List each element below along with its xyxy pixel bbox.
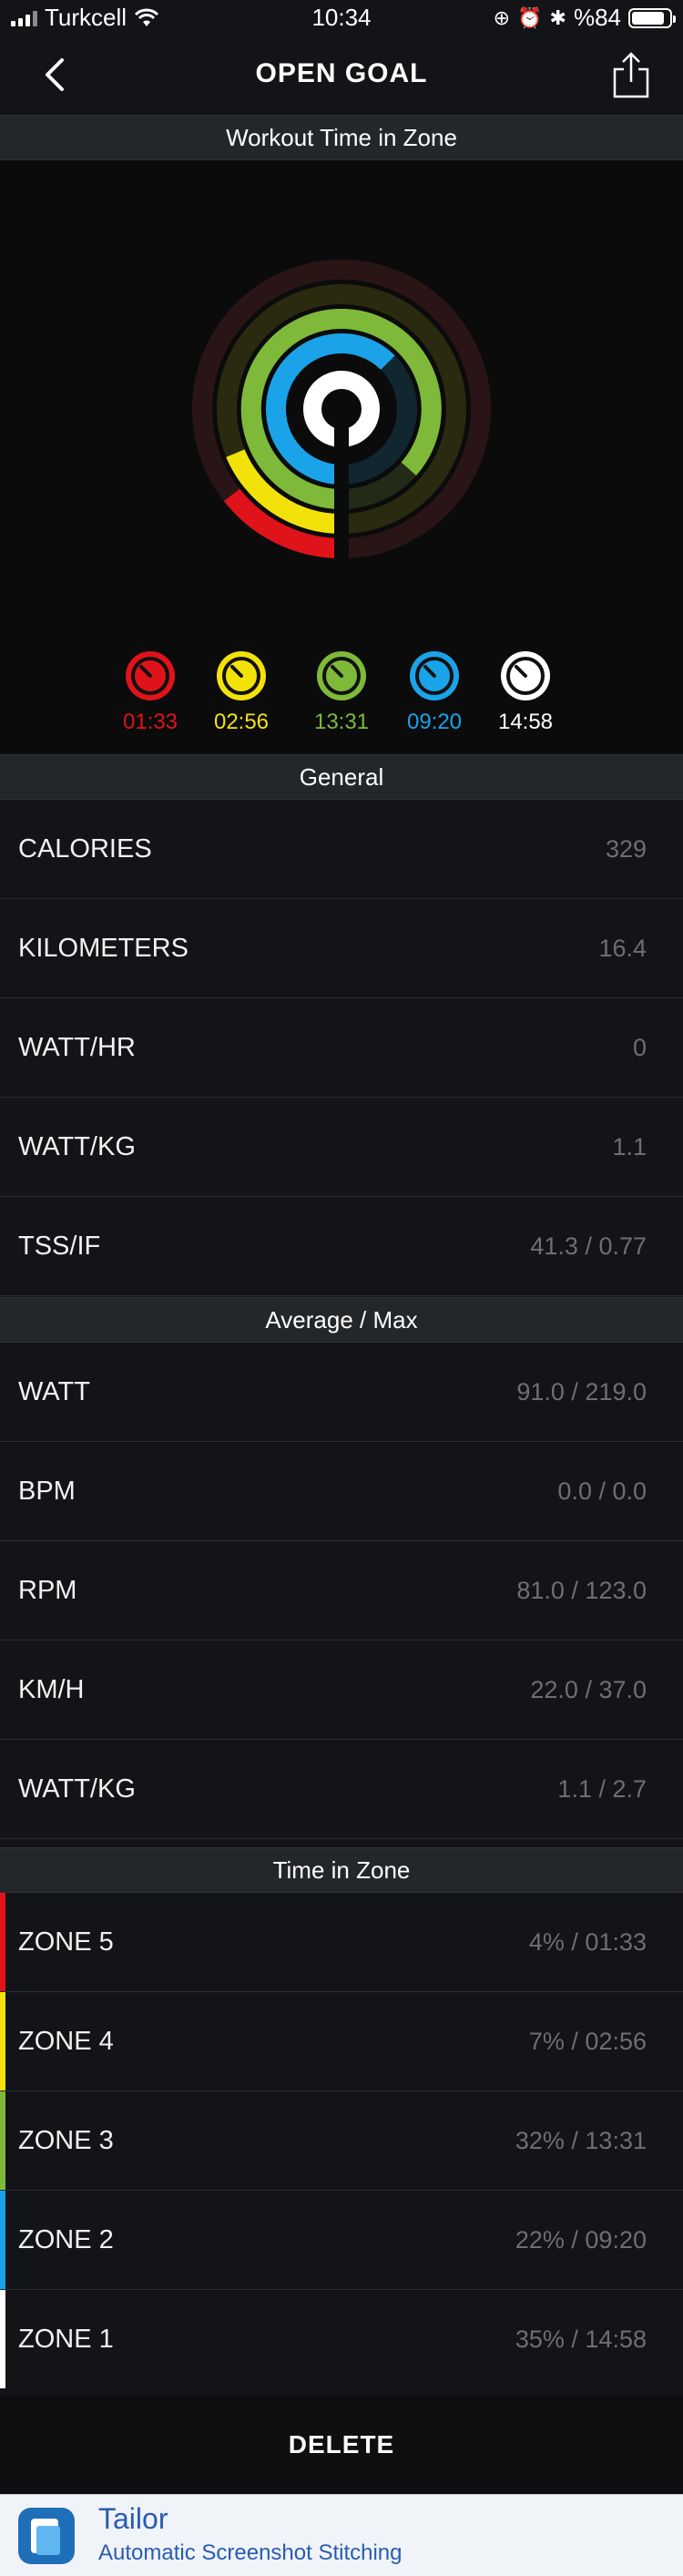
share-icon[interactable] [610,51,652,100]
delete-button[interactable]: DELETE [0,2396,683,2494]
stat-row-kilometers: KILOMETERS 16.4 [0,899,683,998]
legend-zone4: 02:56 [200,649,282,735]
legend-zone5: 01:33 [109,649,191,735]
avgmax-row-rpm: RPM 81.0 / 123.0 [0,1541,683,1641]
navigation-bar: OPEN GOAL [0,36,683,115]
alarm-icon: ⏰ [517,5,543,29]
tailor-app-icon [18,2508,75,2564]
legend-zone1: 14:58 [484,649,566,735]
zone-chart-area: 01:33 02:56 13:31 09:20 14:58 [0,160,683,754]
zone-color-stripe [0,1893,5,1991]
tailor-banner[interactable]: Tailor Automatic Screenshot Stitching [0,2494,683,2576]
banner-app-name: Tailor [98,2502,168,2535]
legend-zone3: 13:31 [301,649,382,735]
section-header-average-max: Average / Max [0,1297,683,1343]
zone-color-stripe [0,1992,5,2090]
stat-row-watt-hr: WATT/HR 0 [0,998,683,1098]
battery-icon [628,7,676,28]
avgmax-row-watt-kg: WATT/KG 1.1 / 2.7 [0,1740,683,1839]
avgmax-row-watt: WATT 91.0 / 219.0 [0,1343,683,1442]
timer-icon [410,651,459,700]
banner-subtitle: Automatic Screenshot Stitching [98,2540,403,2565]
timer-icon [317,651,366,700]
zone-row-4: ZONE 4 7% / 02:56 [0,1992,683,2091]
timer-icon [501,651,550,700]
zone-row-1: ZONE 1 35% / 14:58 [0,2290,683,2389]
zone-row-3: ZONE 3 32% / 13:31 [0,2091,683,2191]
zone-color-stripe [0,2091,5,2190]
stat-row-tss-if: TSS/IF 41.3 / 0.77 [0,1197,683,1296]
stat-row-watt-kg: WATT/KG 1.1 [0,1098,683,1197]
status-bar: Turkcell 10:34 ⊕ ⏰ ✱ %84 [0,0,683,36]
avgmax-row-bpm: BPM 0.0 / 0.0 [0,1442,683,1541]
legend-zone2: 09:20 [393,649,475,735]
zone-legend: 01:33 02:56 13:31 09:20 14:58 [0,649,683,740]
zone-row-2: ZONE 2 22% / 09:20 [0,2191,683,2290]
zone-row-5: ZONE 5 4% / 01:33 [0,1893,683,1992]
battery-percent: %84 [573,4,621,31]
bluetooth-icon: ✱ [549,5,566,29]
section-header-workout: Workout Time in Zone [0,115,683,160]
zone-color-stripe [0,2290,5,2388]
orientation-lock-icon: ⊕ [493,5,511,29]
avgmax-row-kmh: KM/H 22.0 / 37.0 [0,1641,683,1740]
zone-ring-chart [192,260,491,559]
stat-row-calories: CALORIES 329 [0,800,683,899]
section-header-time-in-zone: Time in Zone [0,1847,683,1893]
timer-icon [126,651,175,700]
timer-icon [217,651,266,700]
section-header-general: General [0,754,683,800]
page-title: OPEN GOAL [255,58,428,88]
zone-color-stripe [0,2191,5,2289]
